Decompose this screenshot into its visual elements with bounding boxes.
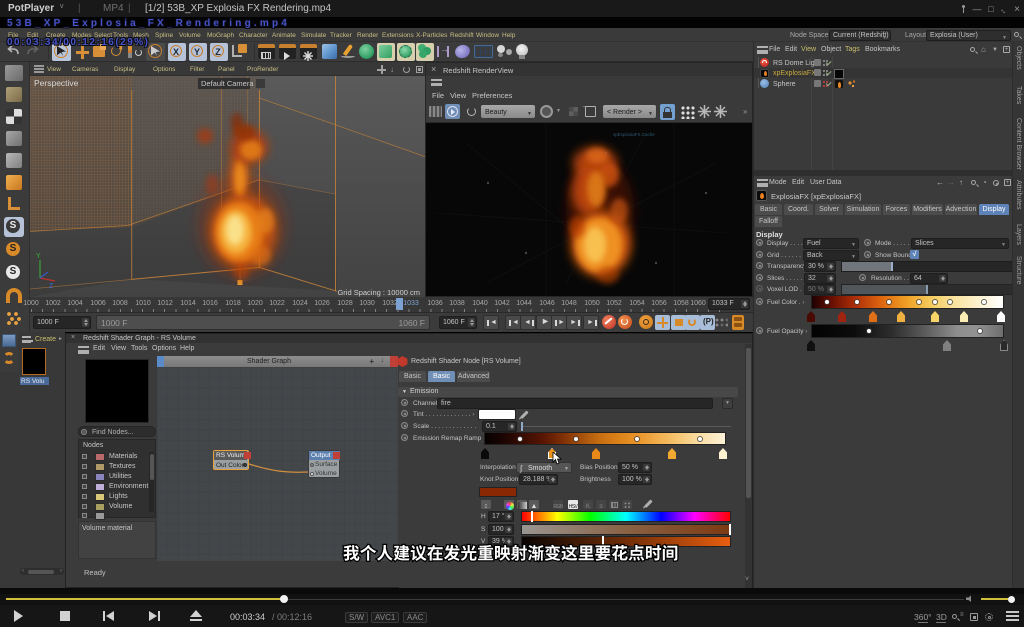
svg-text:Grid Spacing : 10000 cm: Grid Spacing : 10000 cm — [337, 288, 420, 297]
svg-text:Y: Y — [36, 253, 41, 260]
svg-text:Default Camera: Default Camera — [201, 79, 254, 88]
svg-text:Z: Z — [49, 283, 54, 290]
svg-text:xpExplosiaFX.Cache: xpExplosiaFX.Cache — [613, 132, 655, 137]
svg-text:Perspective: Perspective — [34, 78, 79, 88]
